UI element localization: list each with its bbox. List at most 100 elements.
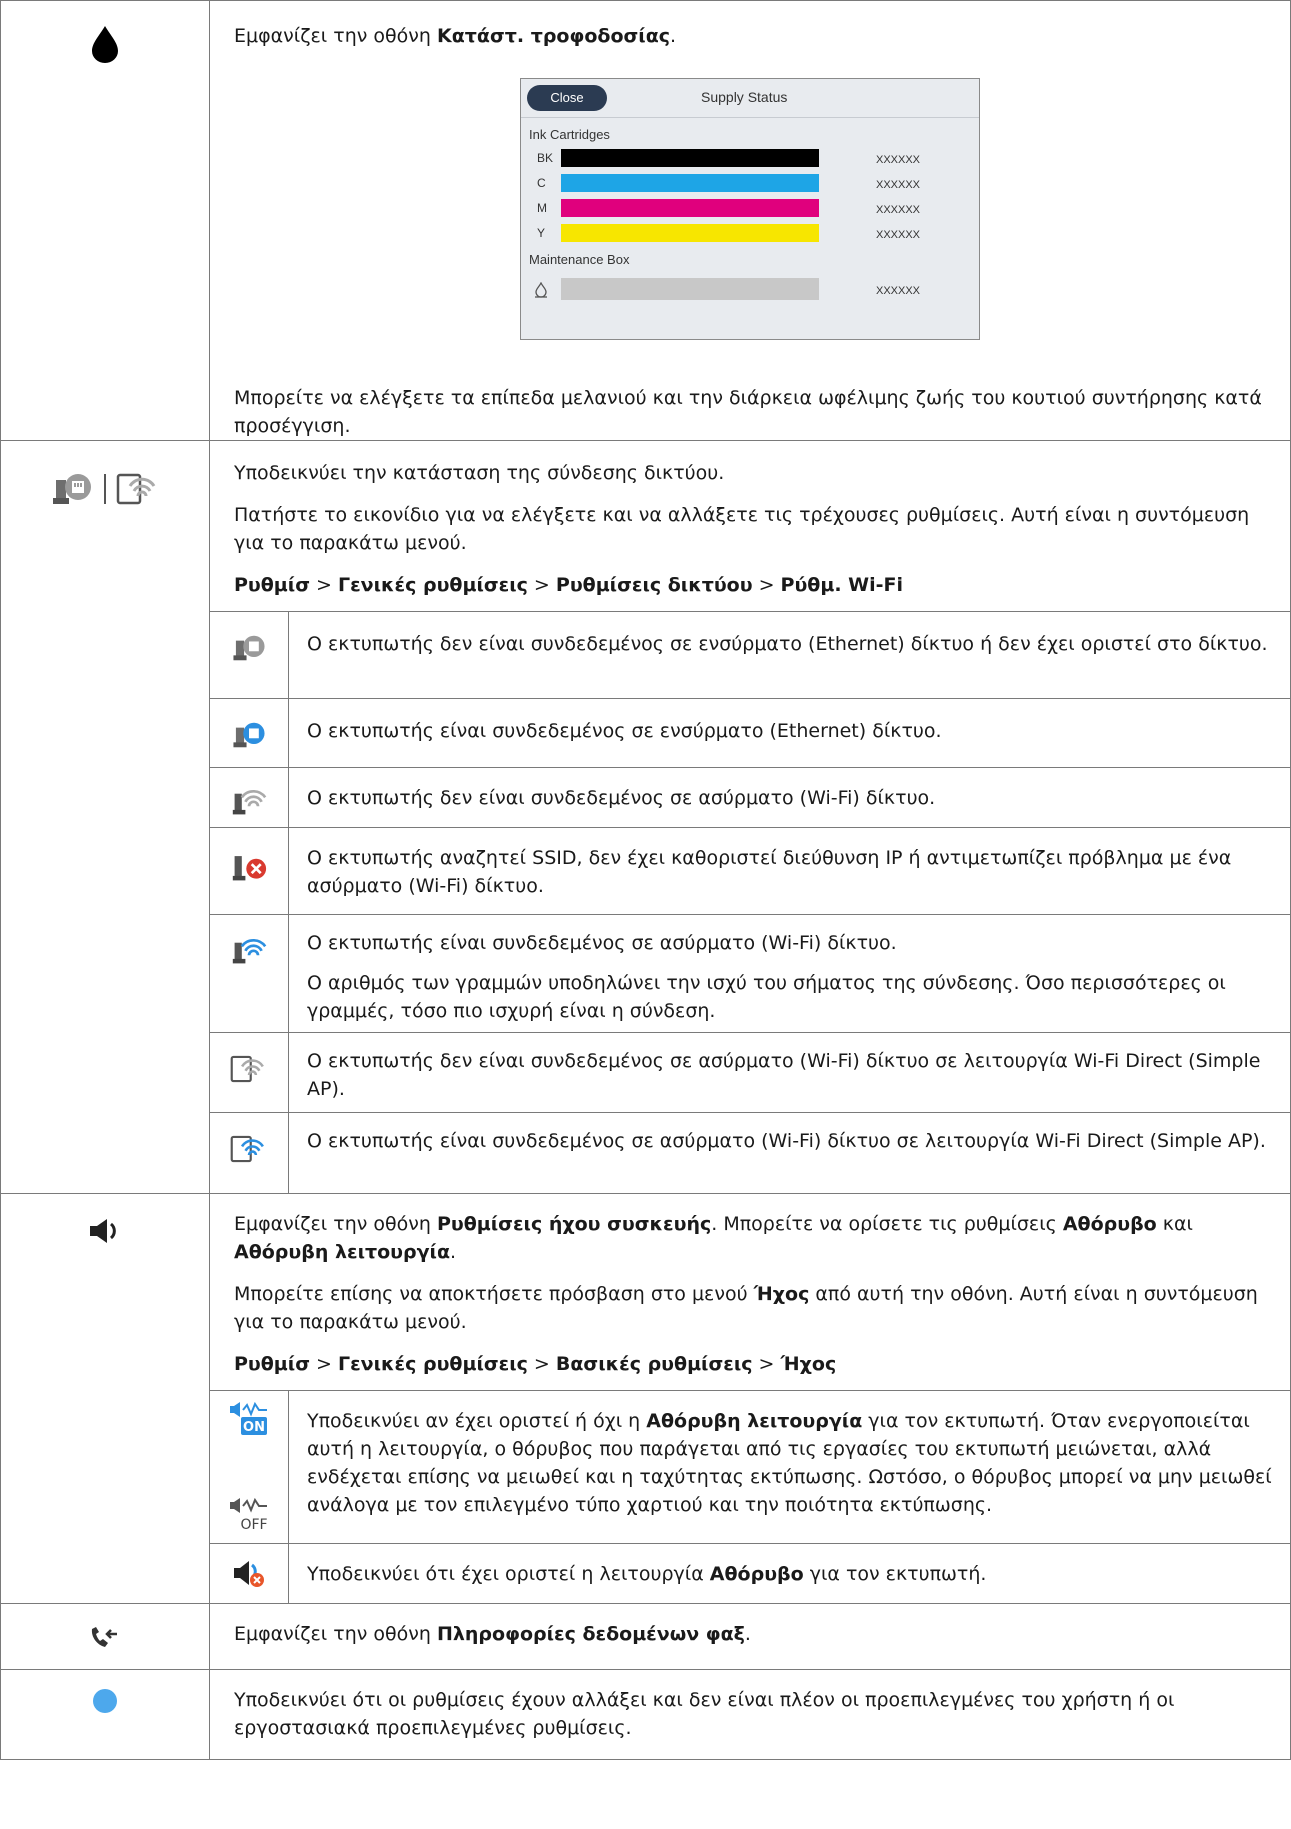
wifi-direct-disconnected-icon (230, 1055, 264, 1083)
ink-label-c: C (537, 176, 546, 190)
description-cell: Υποδεικνύει ότι οι ρυθμίσεις έχουν αλλάξ… (209, 1669, 1291, 1760)
icon-cell (0, 1192, 210, 1604)
icon-cell (0, 440, 210, 1194)
row-fax-data: Εμφανίζει την οθόνη Πληροφορίες δεδομένω… (0, 1603, 1291, 1670)
ink-bar-m (561, 199, 819, 217)
fax-data-icon (91, 1627, 117, 1647)
row-network-status: Υποδεικνύει την κατάσταση της σύνδεσης δ… (0, 440, 1291, 1194)
subtable-row: Ο εκτυπωτής είναι συνδεδεμένος σε ενσύρμ… (210, 698, 1290, 768)
speaker-icon (90, 1218, 116, 1243)
supply-status-screenshot: Close Supply Status Ink Cartridges BK XX… (520, 78, 980, 340)
icon-cell (210, 698, 289, 768)
subtable-row: Ο εκτυπωτής δεν είναι συνδεδεμένος σε ασ… (210, 1032, 1290, 1113)
ink-value-c: XXXXXX (876, 179, 921, 191)
ink-label-m: M (537, 201, 547, 215)
subtable-row: Υποδεικνύει ότι έχει οριστεί η λειτουργί… (210, 1542, 1290, 1603)
icon-cell (210, 611, 289, 699)
paragraph: Μπορείτε να ελέγξετε τα επίπεδα μελανιού… (234, 387, 1262, 437)
row-sound-settings: Εμφανίζει την οθόνη Ρυθμίσεις ήχου συσκε… (0, 1192, 1291, 1604)
description-cell: Εμφανίζει την οθόνη Κατάστ. τροφοδοσίας.… (209, 0, 1291, 441)
ink-label-bk: BK (537, 151, 554, 165)
wifi-direct-disconnected-icon (116, 473, 156, 505)
paragraph: Μπορείτε επίσης να αποκτήσετε πρόσβαση σ… (234, 1282, 1258, 1333)
paragraph: Υποδεικνύει αν έχει οριστεί ή όχι η Αθόρ… (307, 1409, 1272, 1516)
paragraph: Ο εκτυπωτής δεν είναι συνδεδεμένος σε εν… (307, 633, 1268, 655)
row-changed-settings: Υποδεικνύει ότι οι ρυθμίσεις έχουν αλλάξ… (0, 1669, 1291, 1760)
icon-cell (0, 1669, 210, 1760)
icon-cell (210, 827, 289, 915)
paragraph: Πατήστε το εικονίδιο για να ελέγξετε και… (234, 504, 1250, 554)
wifi-direct-connected-icon (230, 1135, 264, 1163)
text-cell: Ο εκτυπωτής δεν είναι συνδεδεμένος σε εν… (288, 611, 1290, 699)
subtable-row: Ο εκτυπωτής είναι συνδεδεμένος σε ασύρμα… (210, 914, 1290, 1033)
text-cell: Ο εκτυπωτής είναι συνδεδεμένος σε ενσύρμ… (288, 698, 1290, 768)
text-cell: Ο εκτυπωτής δεν είναι συνδεδεμένος σε ασ… (288, 767, 1290, 828)
ethernet-connected-icon (233, 722, 265, 748)
icon-cell: ON OFF (210, 1389, 289, 1543)
ink-label-y: Y (537, 226, 546, 240)
paragraph: Ο εκτυπωτής είναι συνδεδεμένος σε ασύρμα… (307, 1130, 1266, 1152)
row-supply-status: Εμφανίζει την οθόνη Κατάστ. τροφοδοσίας.… (0, 0, 1291, 441)
icon-description-table: Εμφανίζει την οθόνη Κατάστ. τροφοδοσίας.… (0, 0, 1291, 1760)
subtable-row: Ο εκτυπωτής δεν είναι συνδεδεμένος σε εν… (210, 611, 1290, 699)
mute-icon (234, 1560, 264, 1587)
supply-status-header: Close Supply Status (521, 79, 979, 118)
text-cell: Υποδεικνύει ότι έχει οριστεί η λειτουργί… (288, 1542, 1290, 1603)
maintenance-box-bar (561, 278, 819, 300)
description-cell: Υποδεικνύει την κατάσταση της σύνδεσης δ… (209, 440, 1291, 1194)
subtable-row: Ο εκτυπωτής είναι συνδεδεμένος σε ασύρμα… (210, 1112, 1290, 1193)
ink-cartridges-label: Ink Cartridges (529, 127, 610, 142)
ink-bar-bk (561, 149, 819, 167)
maintenance-box-label: Maintenance Box (529, 252, 630, 267)
paragraph: Ο αριθμός των γραμμών υποδηλώνει την ισχ… (307, 972, 1226, 1022)
wifi-disconnected-icon (232, 790, 267, 815)
icon-cell (210, 1032, 289, 1113)
wifi-error-icon (232, 856, 267, 881)
close-button[interactable]: Close (527, 85, 607, 111)
ink-value-bk: XXXXXX (876, 154, 921, 166)
maintenance-box-icon (535, 282, 547, 298)
paragraph: Ο εκτυπωτής αναζητεί SSID, δεν έχει καθο… (307, 847, 1232, 897)
paragraph: Εμφανίζει την οθόνη Ρυθμίσεις ήχου συσκε… (234, 1212, 1193, 1263)
text-cell: Ο εκτυπωτής είναι συνδεδεμένος σε ασύρμα… (288, 1112, 1290, 1193)
description-cell: Εμφανίζει την οθόνη Ρυθμίσεις ήχου συσκε… (209, 1192, 1291, 1604)
subtable-row: Ο εκτυπωτής δεν είναι συνδεδεμένος σε ασ… (210, 767, 1290, 828)
maintenance-box-value: XXXXXX (876, 285, 921, 297)
text-cell: Ο εκτυπωτής αναζητεί SSID, δεν έχει καθο… (288, 827, 1290, 915)
paragraph: Υποδεικνύει ότι έχει οριστεί η λειτουργί… (307, 1562, 987, 1585)
paragraph: Ο εκτυπωτής είναι συνδεδεμένος σε ασύρμα… (307, 932, 897, 954)
text-cell: Ο εκτυπωτής είναι συνδεδεμένος σε ασύρμα… (288, 914, 1290, 1033)
svg-text:ON: ON (243, 1420, 265, 1435)
sound-icon-subtable: ON OFF Υποδεικνύει αν έχει οριστεί ή όχι… (210, 1389, 1290, 1603)
paragraph: Ο εκτυπωτής δεν είναι συνδεδεμένος σε ασ… (307, 1050, 1261, 1100)
changed-settings-dot-icon (93, 1689, 117, 1713)
ink-drop-icon (92, 26, 118, 63)
ink-value-y: XXXXXX (876, 229, 921, 241)
separator (104, 474, 106, 504)
paragraph: Ο εκτυπωτής είναι συνδεδεμένος σε ενσύρμ… (307, 720, 942, 742)
icon-cell (210, 1112, 289, 1193)
paragraph: Ο εκτυπωτής δεν είναι συνδεδεμένος σε ασ… (307, 787, 936, 809)
quiet-mode-off-icon: OFF (230, 1497, 268, 1532)
paragraph: Εμφανίζει την οθόνη Πληροφορίες δεδομένω… (234, 1623, 751, 1645)
svg-text:OFF: OFF (240, 1517, 267, 1532)
quiet-mode-on-icon: ON (230, 1401, 267, 1435)
ink-value-m: XXXXXX (876, 204, 921, 216)
wifi-connected-icon (232, 939, 267, 964)
subtable-row: ON OFF Υποδεικνύει αν έχει οριστεί ή όχι… (210, 1389, 1290, 1543)
network-icon-subtable: Ο εκτυπωτής δεν είναι συνδεδεμένος σε εν… (210, 611, 1290, 1193)
icon-cell (210, 914, 289, 1033)
screen-name: Κατάστ. τροφοδοσίας (436, 25, 671, 47)
icon-cell (210, 767, 289, 828)
paragraph: Υποδεικνύει την κατάσταση της σύνδεσης δ… (234, 462, 725, 484)
menu-path: Ρυθμίσ > Γενικές ρυθμίσεις > Βασικές ρυθ… (234, 1352, 837, 1375)
icon-cell (0, 1603, 210, 1670)
icon-cell (210, 1542, 289, 1603)
menu-path: Ρυθμίσ > Γενικές ρυθμίσεις > Ρυθμίσεις δ… (234, 574, 904, 596)
ethernet-disconnected-icon (233, 635, 265, 661)
ink-bar-y (561, 224, 819, 242)
ink-bar-c (561, 174, 819, 192)
supply-status-title: Supply Status (701, 89, 788, 105)
subtable-row: Ο εκτυπωτής αναζητεί SSID, δεν έχει καθο… (210, 827, 1290, 915)
icon-cell (0, 0, 210, 441)
